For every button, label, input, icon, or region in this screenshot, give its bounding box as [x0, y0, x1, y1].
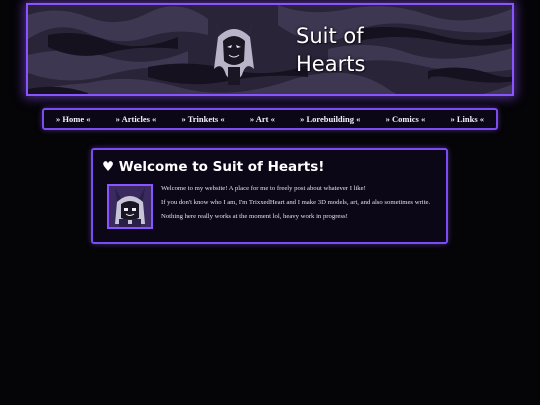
- nav-home-link[interactable]: » Home «: [56, 114, 90, 124]
- nav-lorebuilding-link[interactable]: » Lorebuilding «: [300, 114, 360, 124]
- cat-eared-character-icon: [214, 19, 254, 85]
- nav-comics-link[interactable]: » Comics «: [386, 114, 426, 124]
- welcome-card: ♥ Welcome to Suit of Hearts! Welcome to …: [91, 148, 448, 244]
- welcome-text: Welcome to my website! A place for me to…: [161, 185, 441, 227]
- cloud-background: [28, 5, 512, 94]
- welcome-paragraph: Welcome to my website! A place for me to…: [161, 185, 366, 192]
- welcome-paragraph: If you don't know who I am, I'm TrixxedH…: [161, 199, 431, 206]
- main-navigation: » Home « » Articles « » Trinkets « » Art…: [42, 108, 498, 130]
- site-banner: Suit of Hearts: [26, 3, 514, 96]
- nav-trinkets-link[interactable]: » Trinkets «: [181, 114, 224, 124]
- site-title: Suit of Hearts: [296, 24, 366, 76]
- nav-art-link[interactable]: » Art «: [250, 114, 275, 124]
- pixel-avatar-icon: [107, 184, 153, 229]
- welcome-paragraph: Nothing here really works at the moment …: [161, 213, 348, 220]
- welcome-heading: ♥ Welcome to Suit of Hearts!: [102, 159, 325, 175]
- nav-articles-link[interactable]: » Articles «: [116, 114, 157, 124]
- nav-links-link[interactable]: » Links «: [450, 114, 484, 124]
